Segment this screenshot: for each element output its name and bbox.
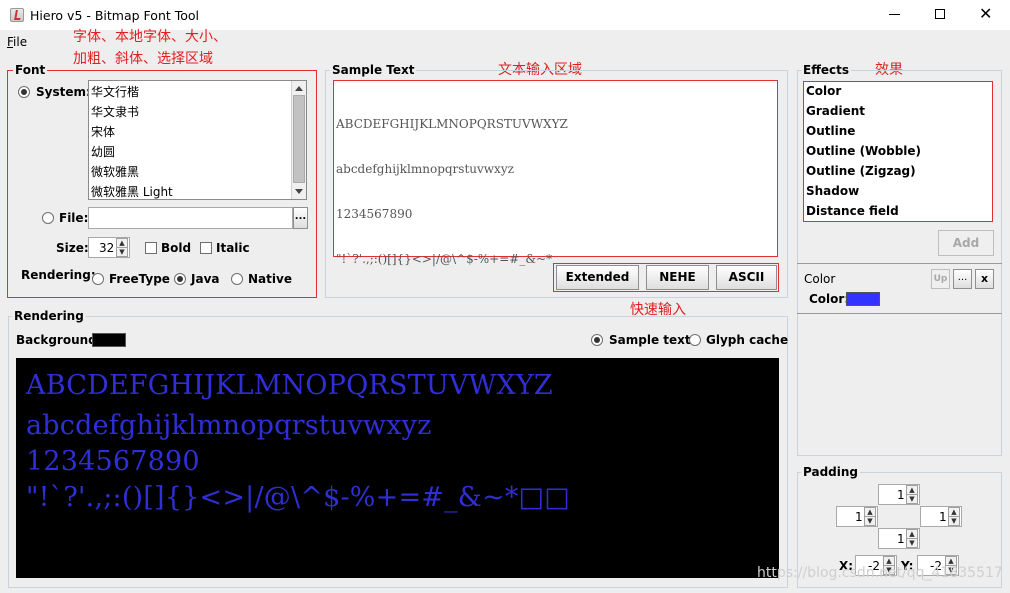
watermark: https://blog.csdn.net/qq_41835517 <box>757 565 1003 581</box>
font-list-scrollbar[interactable] <box>291 81 306 199</box>
effect-item[interactable]: Distance field <box>806 204 899 218</box>
size-down-icon[interactable]: ▼ <box>116 247 128 257</box>
background-label: Background: <box>16 333 102 347</box>
effect-item[interactable]: Color <box>806 84 841 98</box>
effect-color-swatch[interactable] <box>846 292 880 306</box>
java-label: Java <box>191 272 220 286</box>
font-size-spinner[interactable]: 32 ▲ ▼ <box>88 237 130 258</box>
effects-divider <box>797 263 1002 264</box>
padding-right-spinner[interactable]: 1 ▲ ▼ <box>920 506 962 527</box>
file-font-label: File: <box>59 211 89 225</box>
minimize-button[interactable] <box>872 0 918 30</box>
padding-left-down-icon[interactable]: ▼ <box>864 516 876 526</box>
browse-file-button[interactable]: ... <box>293 207 308 229</box>
effects-list[interactable]: Color Gradient Outline Outline (Wobble) … <box>803 81 993 222</box>
system-font-radio[interactable] <box>18 86 30 98</box>
scroll-up-icon[interactable] <box>295 86 303 91</box>
sample-text-title: Sample Text <box>330 63 417 77</box>
font-list-item[interactable]: 幼圆 <box>89 142 292 162</box>
add-effect-button[interactable]: Add <box>938 230 994 256</box>
effect-up-button[interactable]: Up <box>931 269 950 289</box>
effect-item[interactable]: Outline (Zigzag) <box>806 164 916 178</box>
effect-color-header: Color <box>804 272 836 286</box>
minimize-icon <box>889 14 900 15</box>
italic-label: Italic <box>216 241 250 255</box>
sample-text-view-label: Sample text <box>609 333 691 347</box>
system-font-label: System: <box>36 85 91 99</box>
sample-text-line: ABCDEFGHIJKLMNOPQRSTUVWXYZ <box>336 117 568 131</box>
close-icon: ✕ <box>979 4 993 23</box>
preview-line: abcdefghijklmnopqrstuvwxyz <box>26 410 432 441</box>
bold-label: Bold <box>161 241 192 255</box>
font-list-item[interactable]: 微软雅黑 <box>89 162 292 182</box>
annotation-font-area-line2: 加粗、斜体、选择区域 <box>73 51 213 67</box>
effects-bottom-divider <box>797 313 1002 314</box>
rendering-mode-label: Rendering: <box>21 268 96 282</box>
bold-checkbox[interactable] <box>145 242 157 254</box>
glyph-cache-view-radio[interactable] <box>689 334 701 346</box>
glyph-cache-view-label: Glyph cache <box>706 333 789 347</box>
annotation-font-area-line1: 字体、本地字体、大小、 <box>73 29 227 45</box>
effect-remove-button[interactable]: x <box>975 269 994 289</box>
background-color-swatch[interactable] <box>92 333 126 347</box>
freetype-label: FreeType <box>109 272 170 286</box>
font-list-item[interactable]: 华文隶书 <box>89 102 292 122</box>
font-list-item[interactable]: 微软雅黑 Light <box>89 182 292 202</box>
window-title: Hiero v5 - Bitmap Font Tool <box>30 8 200 23</box>
extended-button[interactable]: Extended <box>556 265 639 290</box>
font-list-item[interactable]: 华文行楷 <box>89 82 292 102</box>
maximize-icon <box>935 9 945 19</box>
effect-color-label: Color: <box>809 292 850 306</box>
rendering-title: Rendering <box>12 309 86 323</box>
nehe-button[interactable]: NEHE <box>646 265 709 290</box>
native-label: Native <box>248 272 292 286</box>
system-font-list[interactable]: 华文行楷 华文隶书 宋体 幼圆 微软雅黑 微软雅黑 Light <box>88 80 307 200</box>
effect-item[interactable]: Shadow <box>806 184 859 198</box>
font-list-item[interactable]: 宋体 <box>89 122 292 142</box>
scroll-thumb[interactable] <box>293 95 305 183</box>
padding-right-down-icon[interactable]: ▼ <box>948 516 960 526</box>
sample-text-input[interactable]: ABCDEFGHIJKLMNOPQRSTUVWXYZ abcdefghijklm… <box>333 80 778 266</box>
padding-left-spinner[interactable]: 1 ▲ ▼ <box>836 506 878 527</box>
padding-title: Padding <box>801 465 860 479</box>
padding-top-value: 1 <box>897 488 905 502</box>
effect-options-button[interactable]: ... <box>953 269 972 289</box>
font-size-value: 32 <box>99 241 115 255</box>
preview-line: ABCDEFGHIJKLMNOPQRSTUVWXYZ <box>26 370 553 401</box>
menu-file[interactable]: File <box>7 35 27 49</box>
effect-item[interactable]: Gradient <box>806 104 865 118</box>
effect-item[interactable]: Outline <box>806 124 855 138</box>
italic-checkbox[interactable] <box>200 242 212 254</box>
font-file-input[interactable] <box>88 207 293 229</box>
padding-left-value: 1 <box>855 510 863 524</box>
scroll-down-icon[interactable] <box>295 189 303 194</box>
sample-text-line: abcdefghijklmnopqrstuvwxyz <box>336 162 514 176</box>
padding-right-value: 1 <box>939 510 947 524</box>
native-radio[interactable] <box>231 273 243 285</box>
preview-line: 1234567890 <box>26 446 200 477</box>
file-font-radio[interactable] <box>42 212 54 224</box>
effects-title: Effects <box>801 63 852 77</box>
maximize-button[interactable] <box>918 0 964 30</box>
size-label: Size: <box>56 241 89 255</box>
padding-bottom-value: 1 <box>897 532 905 546</box>
java-radio[interactable] <box>174 273 186 285</box>
freetype-radio[interactable] <box>92 273 104 285</box>
padding-top-down-icon[interactable]: ▼ <box>906 494 918 504</box>
padding-bottom-down-icon[interactable]: ▼ <box>906 538 918 548</box>
close-button[interactable]: ✕ <box>964 0 1010 30</box>
ascii-button[interactable]: ASCII <box>716 265 777 290</box>
padding-bottom-spinner[interactable]: 1 ▲ ▼ <box>878 528 920 549</box>
font-preview-canvas: ABCDEFGHIJKLMNOPQRSTUVWXYZ abcdefghijklm… <box>16 358 779 578</box>
padding-top-spinner[interactable]: 1 ▲ ▼ <box>878 484 920 505</box>
font-panel-title: Font <box>13 63 48 77</box>
sample-text-line: 1234567890 <box>336 207 413 221</box>
java-app-icon <box>10 8 24 22</box>
preview-line: "!`?'.,;:()[]{}<>|/@\^$-%+=#_&~*□□ <box>26 482 570 513</box>
sample-text-view-radio[interactable] <box>591 334 603 346</box>
effect-item[interactable]: Outline (Wobble) <box>806 144 921 158</box>
